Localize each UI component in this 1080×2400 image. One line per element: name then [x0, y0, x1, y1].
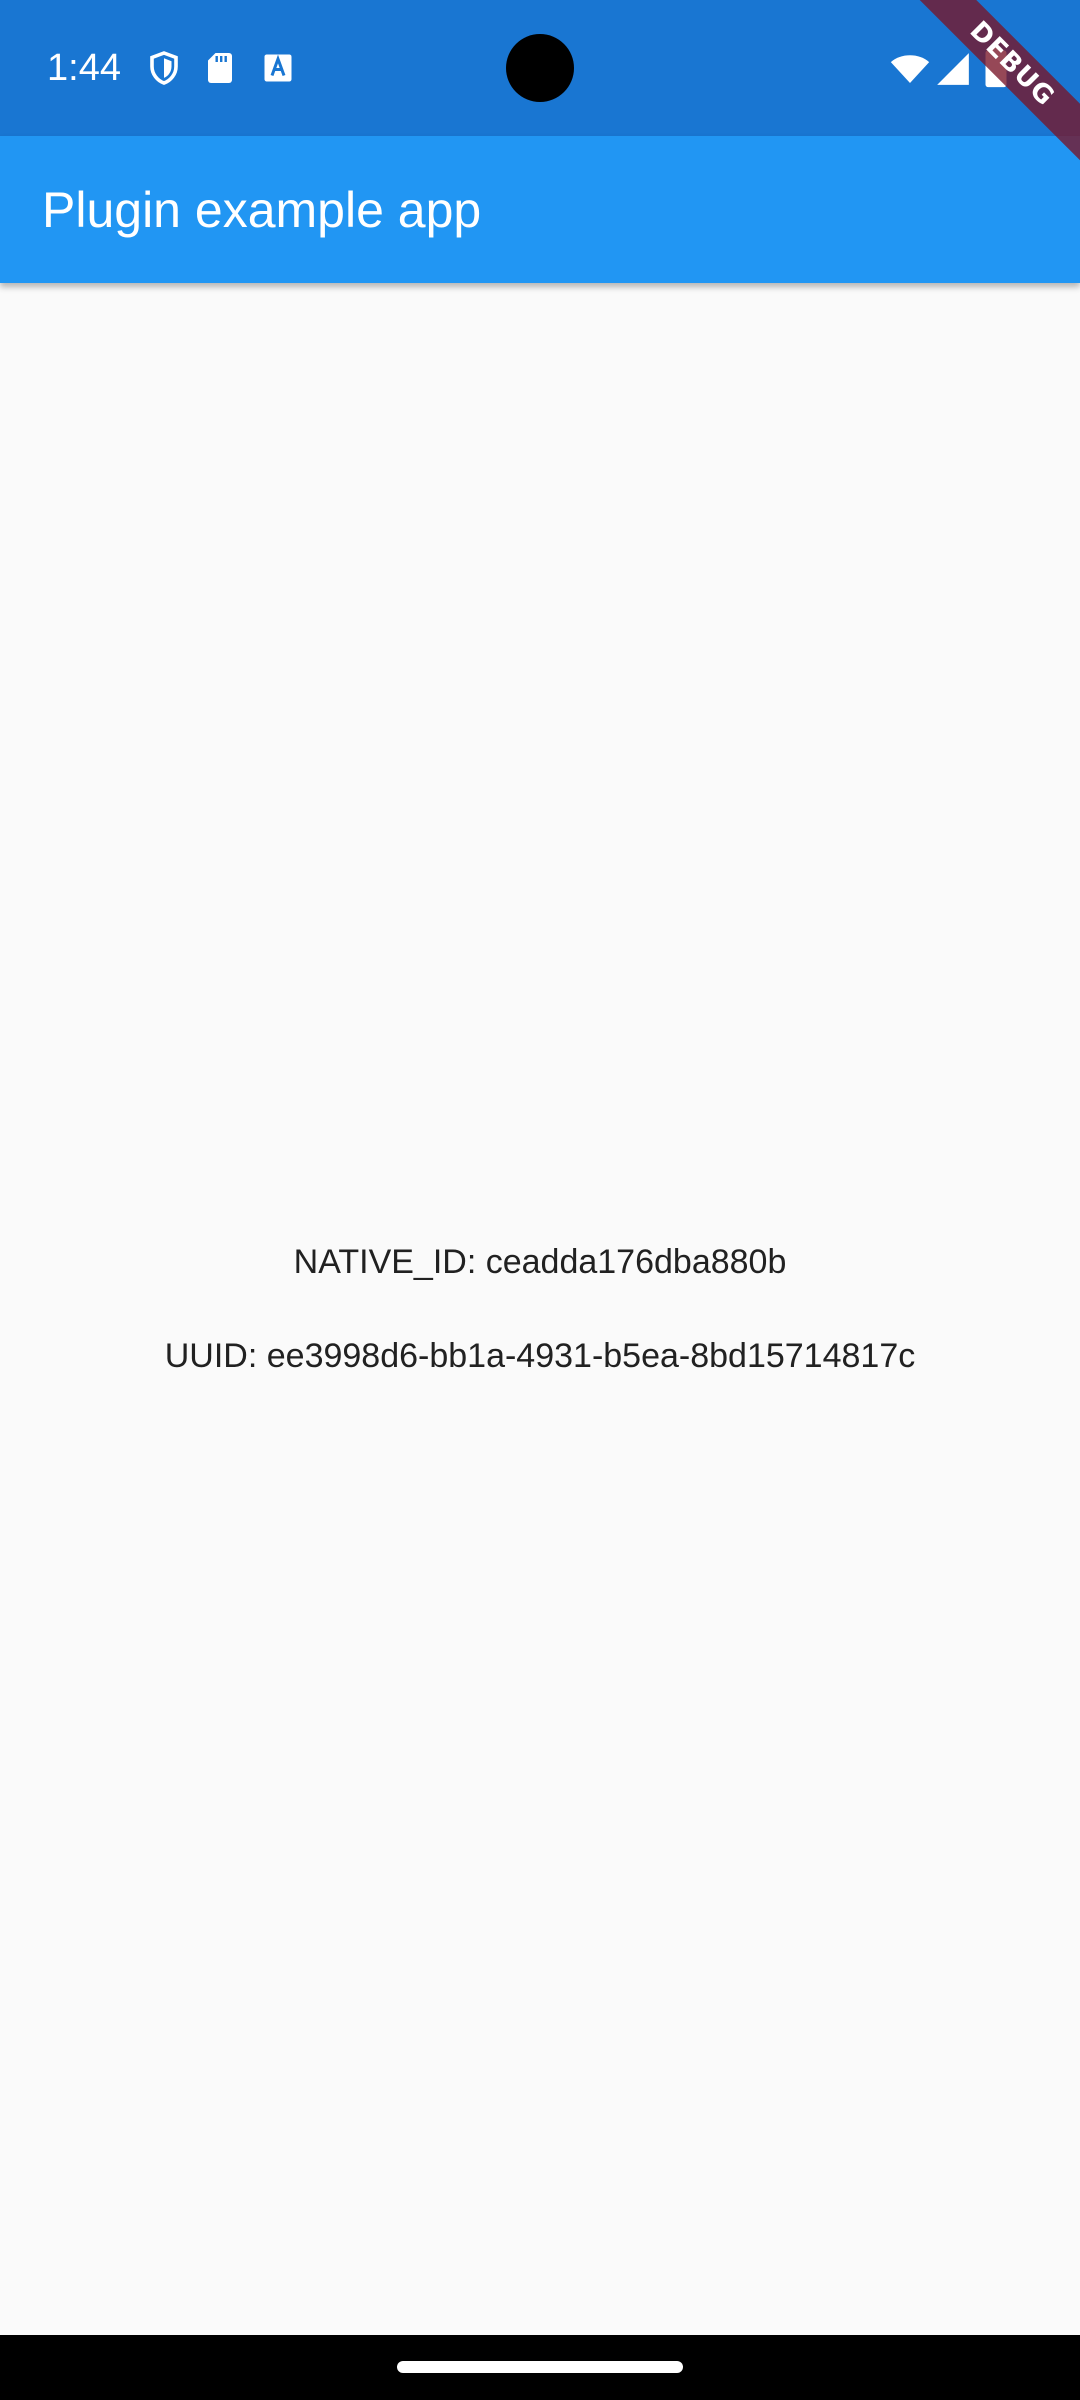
status-bar: 1:44 — [0, 0, 1080, 136]
native-id-text: NATIVE_ID: ceadda176dba880b — [293, 1243, 787, 1281]
navigation-bar — [0, 2335, 1080, 2400]
app-bar: Plugin example app — [0, 136, 1080, 283]
camera-cutout — [506, 34, 574, 102]
app-title: Plugin example app — [42, 182, 482, 238]
home-gesture-handle[interactable] — [397, 2361, 683, 2373]
wifi-icon — [890, 48, 930, 88]
battery-icon — [982, 46, 1010, 88]
status-time: 1:44 — [47, 47, 121, 89]
sd-card-icon — [202, 50, 238, 86]
shield-icon — [146, 50, 182, 86]
text-a-icon — [260, 50, 296, 86]
uuid-text: UUID: ee3998d6-bb1a-4931-b5ea-8bd1571481… — [164, 1337, 916, 1375]
screen: 1:44 Plugin example app DEBUG NATIVE_ID:… — [0, 0, 1080, 2400]
cellular-signal-icon — [934, 50, 972, 88]
main-content: NATIVE_ID: ceadda176dba880b UUID: ee3998… — [0, 283, 1080, 2335]
